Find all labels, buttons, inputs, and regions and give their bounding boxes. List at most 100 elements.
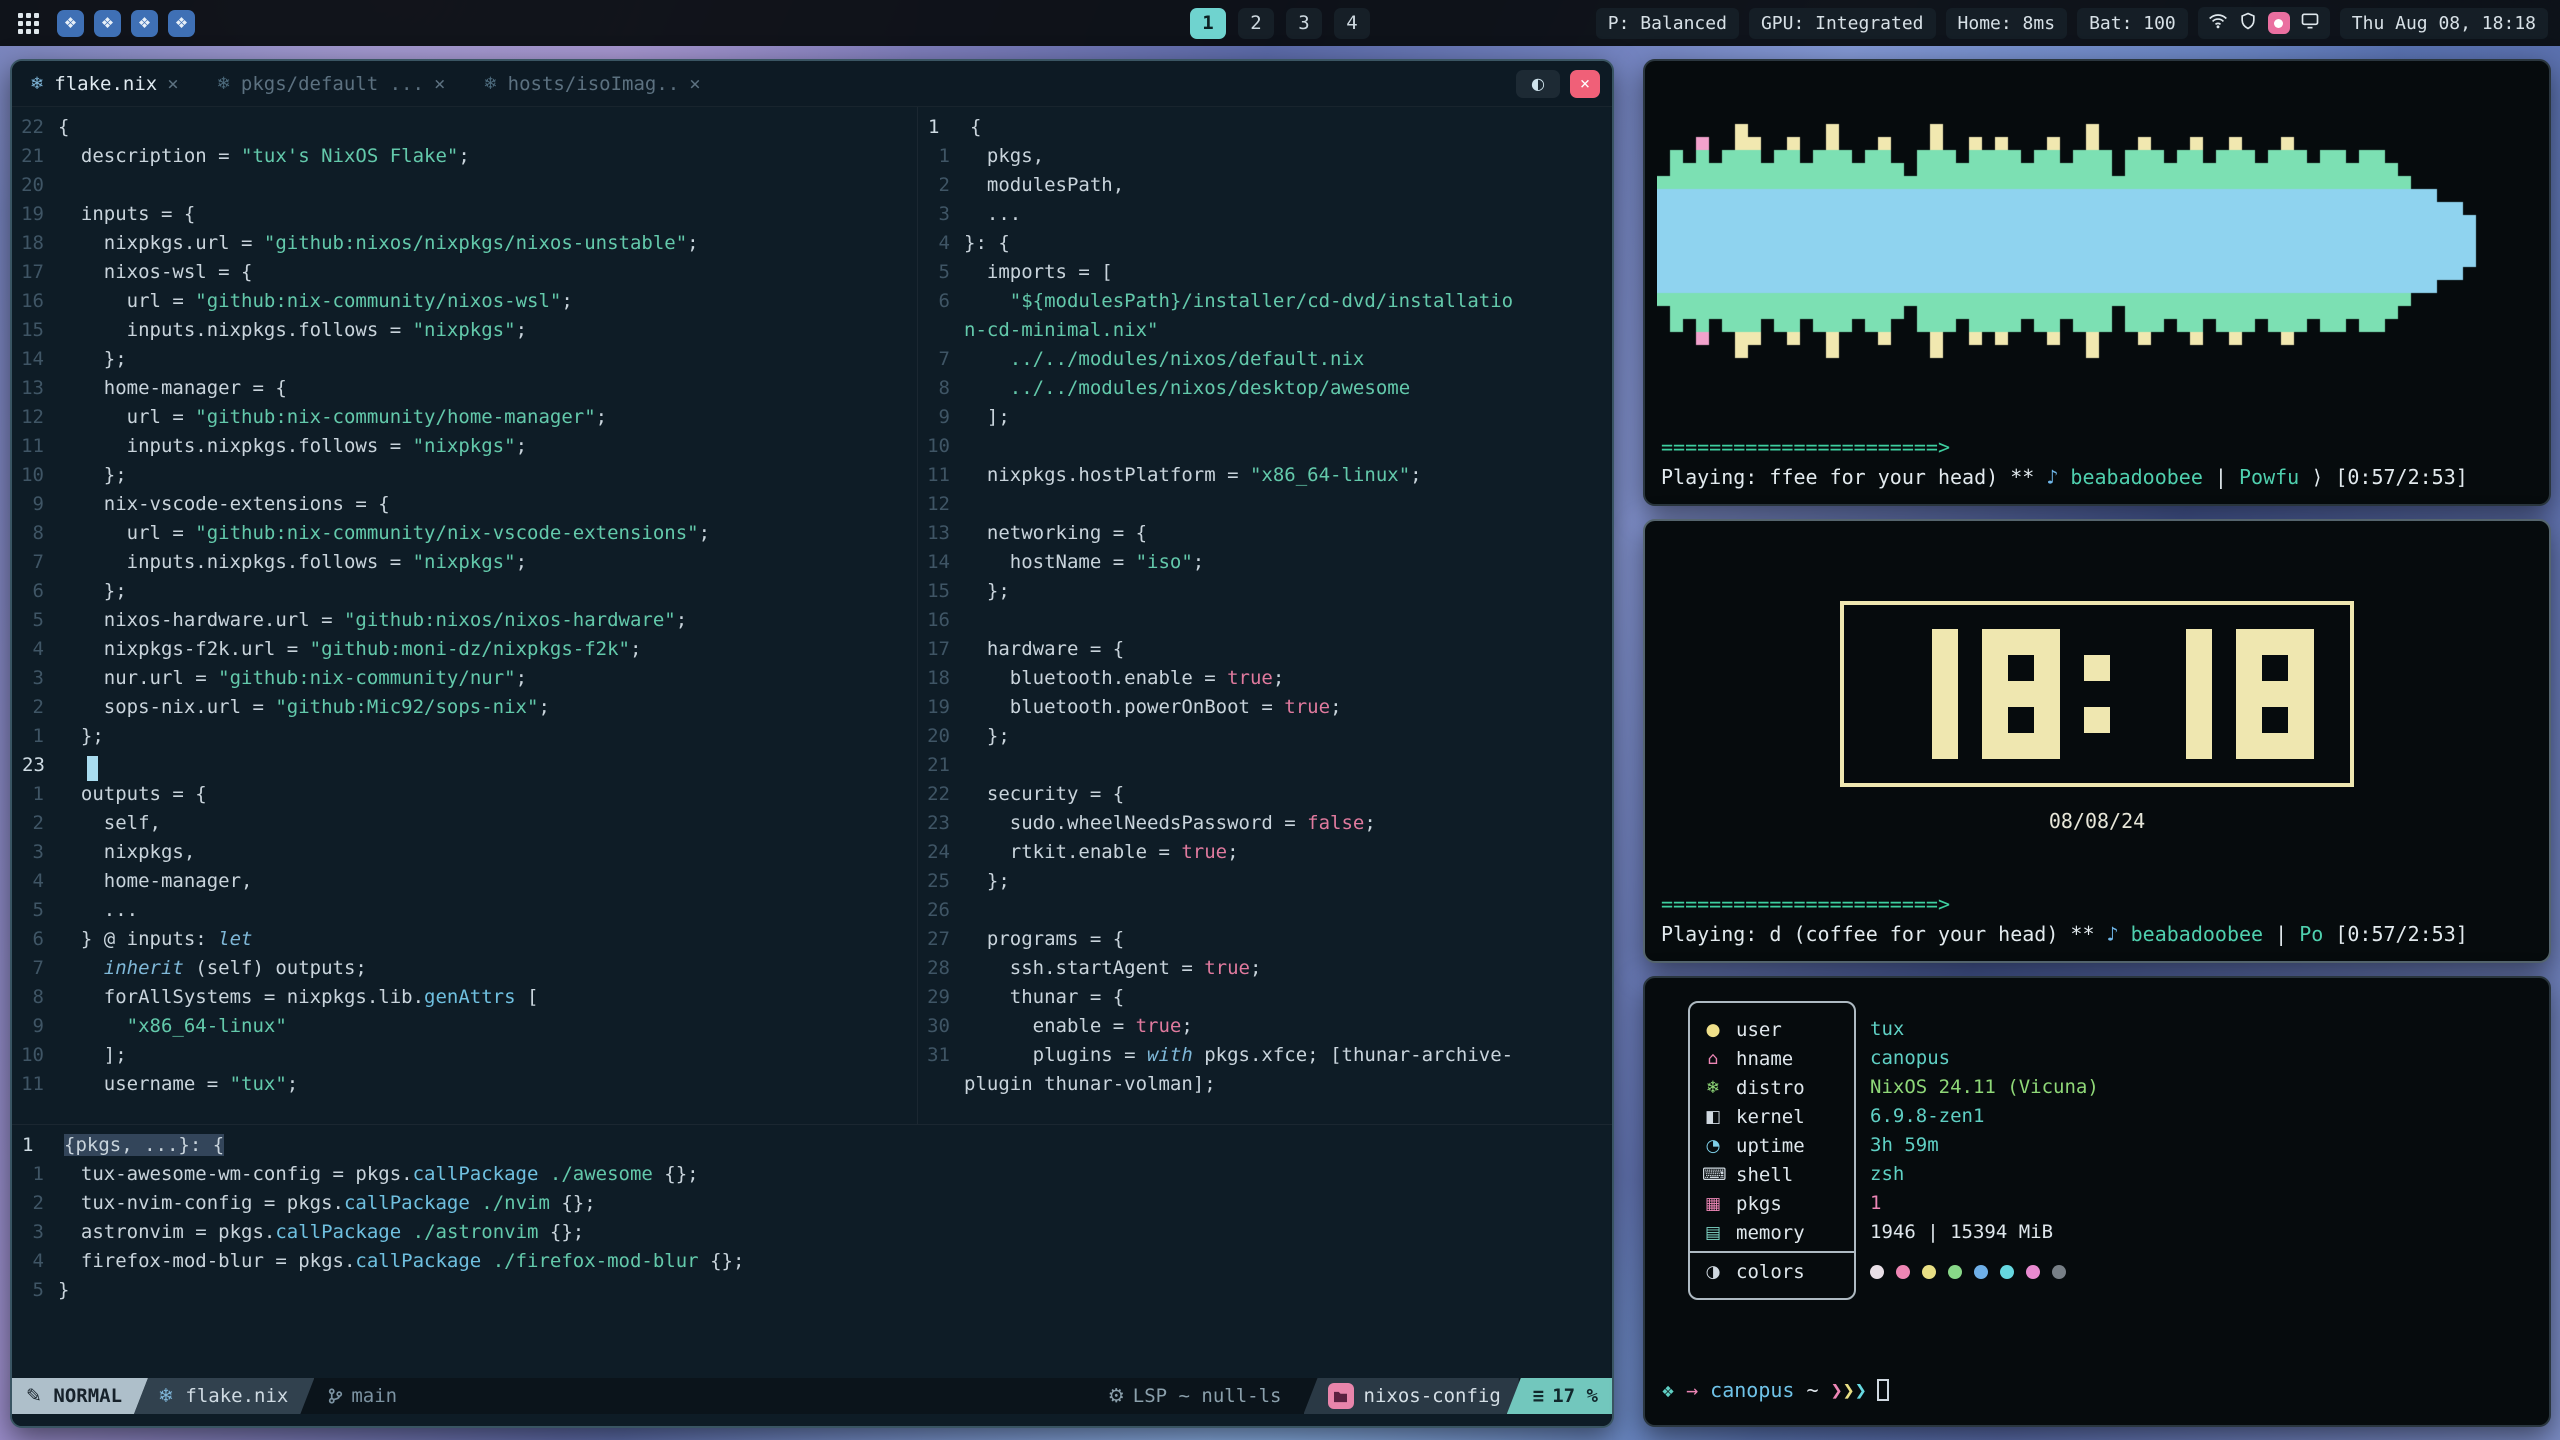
code-line[interactable]: plugin thunar-volman]; xyxy=(918,1070,1614,1099)
display-icon[interactable] xyxy=(2300,11,2320,35)
code-line[interactable]: 3 ... xyxy=(918,200,1614,229)
code-line[interactable]: 16 xyxy=(918,606,1614,635)
editor-window[interactable]: ❄flake.nix× ❄pkgs/default ...× ❄hosts/isoI… xyxy=(10,59,1614,1428)
code-line[interactable]: 25 }; xyxy=(918,867,1614,896)
workspace-button-3[interactable]: 3 xyxy=(1286,8,1322,39)
code-line[interactable]: 3 nur.url = "github:nix-community/nur"; xyxy=(12,664,916,693)
code-line[interactable]: 1 pkgs, xyxy=(918,142,1614,171)
code-line[interactable]: 4}: { xyxy=(918,229,1614,258)
tag-icon[interactable]: ❖ xyxy=(94,10,121,37)
workspace-button-4[interactable]: 4 xyxy=(1334,8,1370,39)
code-line[interactable]: 27 programs = { xyxy=(918,925,1614,954)
code-line[interactable]: 18 bluetooth.enable = true; xyxy=(918,664,1614,693)
shell-prompt[interactable]: ❖ → canopus ~ ❯❯❯ xyxy=(1662,1378,1889,1402)
code-line[interactable]: 1 tux-awesome-wm-config = pkgs.callPacka… xyxy=(12,1160,1614,1189)
code-line[interactable]: 11 nixpkgs.hostPlatform = "x86_64-linux"… xyxy=(918,461,1614,490)
code-line[interactable]: 2 sops-nix.url = "github:Mic92/sops-nix"… xyxy=(12,693,916,722)
code-line[interactable]: 21 xyxy=(918,751,1614,780)
code-line[interactable]: 7 ../../modules/nixos/default.nix xyxy=(918,345,1614,374)
project-segment[interactable]: nixos-config xyxy=(1304,1378,1519,1414)
code-line[interactable]: 10 }; xyxy=(12,461,916,490)
window-close-button[interactable]: × xyxy=(1570,70,1600,98)
code-line[interactable]: 22 security = { xyxy=(918,780,1614,809)
code-line[interactable]: 9 nix-vscode-extensions = { xyxy=(12,490,916,519)
code-line[interactable]: 14 hostName = "iso"; xyxy=(918,548,1614,577)
code-line[interactable]: 3 astronvim = pkgs.callPackage ./astronv… xyxy=(12,1218,1614,1247)
code-line[interactable]: 11 username = "tux"; xyxy=(12,1070,916,1099)
tab-close-icon[interactable]: × xyxy=(434,73,445,95)
wifi-icon[interactable] xyxy=(2208,11,2228,35)
code-line[interactable]: 9 "x86_64-linux" xyxy=(12,1012,916,1041)
code-line[interactable]: 20 xyxy=(12,171,916,200)
code-line[interactable]: 16 url = "github:nix-community/nixos-wsl… xyxy=(12,287,916,316)
code-line[interactable]: 5 imports = [ xyxy=(918,258,1614,287)
code-line[interactable]: 13 home-manager = { xyxy=(12,374,916,403)
code-line[interactable]: 8 ../../modules/nixos/desktop/awesome xyxy=(918,374,1614,403)
code-line[interactable]: 2 modulesPath, xyxy=(918,171,1614,200)
code-line[interactable]: 22{ xyxy=(12,113,916,142)
code-line[interactable]: n-cd-minimal.nix" xyxy=(918,316,1614,345)
fetch-terminal[interactable]: ●user⌂hname❄distro◧kernel◔uptime⌨shell▦p… xyxy=(1643,976,2551,1427)
code-line[interactable]: 17 nixos-wsl = { xyxy=(12,258,916,287)
code-line[interactable]: 12 xyxy=(918,490,1614,519)
code-line[interactable]: 8 forAllSystems = nixpkgs.lib.genAttrs [ xyxy=(12,983,916,1012)
code-line[interactable]: 8 url = "github:nix-community/nix-vscode… xyxy=(12,519,916,548)
code-line[interactable]: 6 } @ inputs: let xyxy=(12,925,916,954)
code-line[interactable]: 6 }; xyxy=(12,577,916,606)
app-launcher-icon[interactable] xyxy=(14,9,43,38)
git-branch[interactable]: main xyxy=(314,1378,411,1414)
code-line[interactable]: 29 thunar = { xyxy=(918,983,1614,1012)
code-line[interactable]: 26 xyxy=(918,896,1614,925)
editor-pane-pkgs[interactable]: 1{pkgs, ...}: {1 tux-awesome-wm-config =… xyxy=(12,1124,1614,1378)
code-line[interactable]: 14 }; xyxy=(12,345,916,374)
code-line[interactable]: 12 url = "github:nix-community/home-mana… xyxy=(12,403,916,432)
tag-icon[interactable]: ❖ xyxy=(168,10,195,37)
code-line[interactable]: 7 inherit (self) outputs; xyxy=(12,954,916,983)
tag-icon[interactable]: ❖ xyxy=(131,10,158,37)
code-line[interactable]: 4 home-manager, xyxy=(12,867,916,896)
code-line[interactable]: 20 }; xyxy=(918,722,1614,751)
command-line[interactable] xyxy=(12,1414,1614,1428)
vpn-shield-icon[interactable] xyxy=(2238,11,2258,35)
editor-tab[interactable]: ❄flake.nix× xyxy=(30,73,179,95)
editor-tab[interactable]: ❄hosts/isoImag..× xyxy=(483,73,700,95)
clock-terminal[interactable]: 08/08/24 =======================> Playin… xyxy=(1643,519,2551,963)
code-line[interactable]: 4 firefox-mod-blur = pkgs.callPackage ./… xyxy=(12,1247,1614,1276)
code-line[interactable]: 1 outputs = { xyxy=(12,780,916,809)
tag-icon[interactable]: ❖ xyxy=(57,10,84,37)
code-line[interactable]: 23 sudo.wheelNeedsPassword = false; xyxy=(918,809,1614,838)
code-line[interactable]: 9 ]; xyxy=(918,403,1614,432)
code-line[interactable]: 24 rtkit.enable = true; xyxy=(918,838,1614,867)
editor-tab[interactable]: ❄pkgs/default ...× xyxy=(217,73,446,95)
tab-close-icon[interactable]: × xyxy=(167,73,178,95)
code-line[interactable]: 11 inputs.nixpkgs.follows = "nixpkgs"; xyxy=(12,432,916,461)
code-line[interactable]: 5} xyxy=(12,1276,1614,1305)
code-line[interactable]: 10 xyxy=(918,432,1614,461)
code-line[interactable]: 7 inputs.nixpkgs.follows = "nixpkgs"; xyxy=(12,548,916,577)
code-line[interactable]: 13 networking = { xyxy=(918,519,1614,548)
code-line[interactable]: 1{ xyxy=(918,113,1614,142)
editor-pane-iso[interactable]: 1{1 pkgs,2 modulesPath,3 ...4}: {5 impor… xyxy=(917,107,1614,1124)
code-line[interactable]: 30 enable = true; xyxy=(918,1012,1614,1041)
code-line[interactable]: 19 bluetooth.powerOnBoot = true; xyxy=(918,693,1614,722)
code-line[interactable]: 31 plugins = with pkgs.xfce; [thunar-arc… xyxy=(918,1041,1614,1070)
code-line[interactable]: 2 tux-nvim-config = pkgs.callPackage ./n… xyxy=(12,1189,1614,1218)
code-line[interactable]: 2 self, xyxy=(12,809,916,838)
workspace-button-2[interactable]: 2 xyxy=(1238,8,1274,39)
code-line[interactable]: 1 }; xyxy=(12,722,916,751)
code-line[interactable]: 23 xyxy=(12,751,916,780)
code-line[interactable]: 17 hardware = { xyxy=(918,635,1614,664)
code-line[interactable]: 6 "${modulesPath}/installer/cd-dvd/insta… xyxy=(918,287,1614,316)
visualizer-terminal[interactable]: =======================> Playing: ffee f… xyxy=(1643,59,2551,506)
workspace-button-1[interactable]: 1 xyxy=(1190,8,1226,39)
code-line[interactable]: 4 nixpkgs-f2k.url = "github:moni-dz/nixp… xyxy=(12,635,916,664)
code-line[interactable]: 28 ssh.startAgent = true; xyxy=(918,954,1614,983)
code-line[interactable]: 5 ... xyxy=(12,896,916,925)
code-line[interactable]: 5 nixos-hardware.url = "github:nixos/nix… xyxy=(12,606,916,635)
code-line[interactable]: 18 nixpkgs.url = "github:nixos/nixpkgs/n… xyxy=(12,229,916,258)
code-line[interactable]: 3 nixpkgs, xyxy=(12,838,916,867)
code-line[interactable]: 21 description = "tux's NixOS Flake"; xyxy=(12,142,916,171)
view-toggle-button[interactable]: ◐ xyxy=(1516,70,1560,98)
code-line[interactable]: 1{pkgs, ...}: { xyxy=(12,1131,1614,1160)
tab-close-icon[interactable]: × xyxy=(689,73,700,95)
